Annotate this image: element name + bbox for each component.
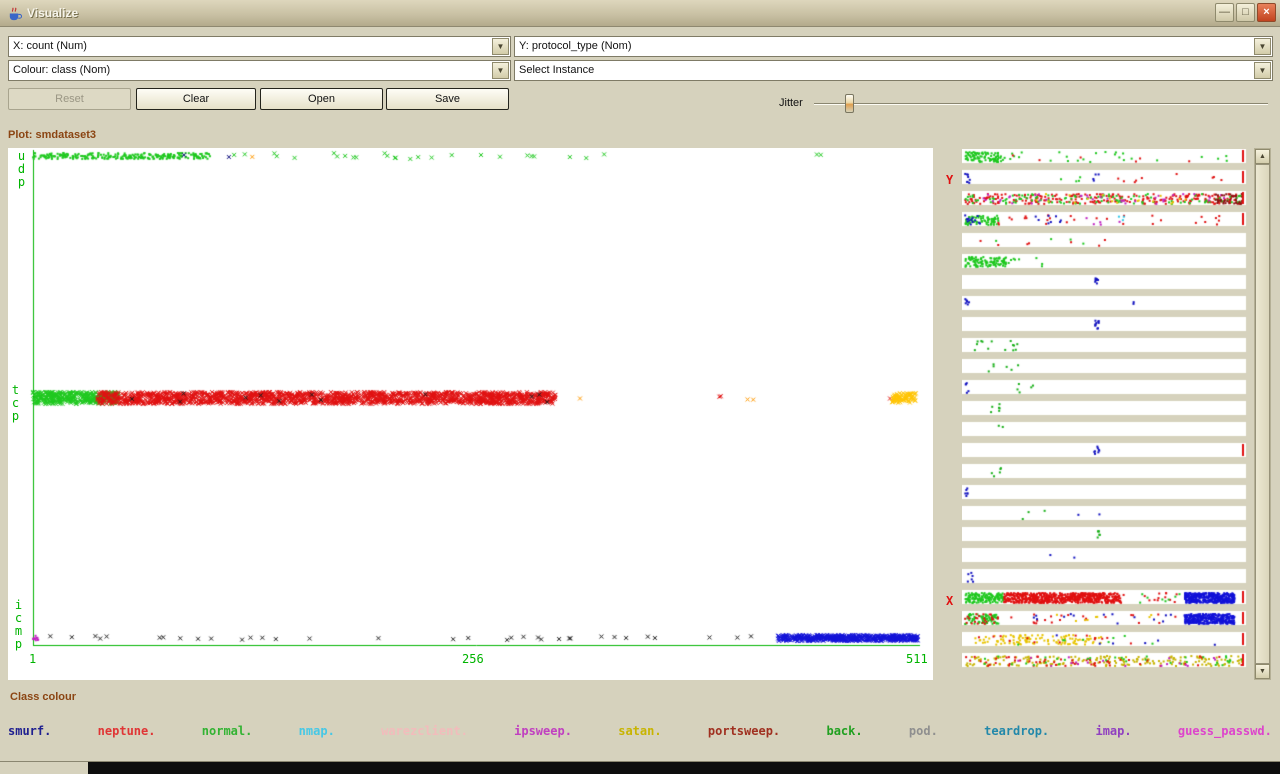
java-app-icon — [5, 4, 23, 22]
minimize-button[interactable]: — — [1215, 3, 1234, 22]
x-attribute-value: X: count (Num) — [13, 40, 87, 52]
y-axis-flag: Y — [946, 173, 954, 187]
chevron-down-icon[interactable]: ▼ — [1254, 38, 1271, 55]
select-instance-select[interactable]: Select Instance ▼ — [514, 60, 1273, 81]
x-attribute-select[interactable]: X: count (Num) ▼ — [8, 36, 511, 57]
class-legend-item[interactable]: neptune. — [98, 724, 156, 738]
chevron-down-icon[interactable]: ▼ — [492, 38, 509, 55]
colour-attribute-select[interactable]: Colour: class (Nom) ▼ — [8, 60, 511, 81]
y-category-label-udp: udp — [17, 149, 26, 189]
main-plot-panel — [8, 148, 933, 680]
x-tick-min: 1 — [29, 652, 37, 666]
titlebar[interactable]: Visualize — □ × — [0, 0, 1280, 27]
scrollbar-thumb[interactable] — [1255, 164, 1270, 664]
window-bottom-corner — [0, 762, 88, 774]
open-button[interactable]: Open — [260, 88, 383, 110]
clear-button[interactable]: Clear — [136, 88, 256, 110]
y-category-label-icmp: icmp — [14, 598, 23, 651]
colour-attribute-value: Colour: class (Nom) — [13, 64, 111, 76]
x-axis-flag: X — [946, 594, 954, 608]
attribute-strips-panel — [962, 149, 1250, 676]
reset-button[interactable]: Reset — [8, 88, 131, 110]
attribute-strips[interactable] — [962, 149, 1250, 676]
x-tick-mid: 256 — [462, 652, 484, 666]
class-legend-item[interactable]: back. — [826, 724, 862, 738]
y-attribute-value: Y: protocol_type (Nom) — [519, 40, 632, 52]
maximize-button[interactable]: □ — [1236, 3, 1255, 22]
close-button[interactable]: × — [1257, 3, 1276, 22]
side-panel-scrollbar[interactable]: ▲ ▼ — [1254, 148, 1271, 680]
chevron-down-icon[interactable]: ▼ — [1254, 62, 1271, 79]
y-attribute-select[interactable]: Y: protocol_type (Nom) ▼ — [514, 36, 1273, 57]
class-legend: smurf. neptune. normal. nmap. warezclient. ip… — [8, 724, 1272, 738]
bottom-desktop-strip — [0, 762, 1280, 774]
main-scatter-plot[interactable] — [8, 148, 933, 680]
window-title: Visualize — [27, 6, 79, 20]
class-legend-item[interactable]: portsweep. — [708, 724, 780, 738]
class-legend-item[interactable]: teardrop. — [984, 724, 1049, 738]
scroll-down-icon[interactable]: ▼ — [1255, 664, 1270, 679]
class-legend-item[interactable]: nmap. — [299, 724, 335, 738]
class-legend-item[interactable]: pod. — [909, 724, 938, 738]
scroll-up-icon[interactable]: ▲ — [1255, 149, 1270, 164]
save-button[interactable]: Save — [386, 88, 509, 110]
visualize-window: Visualize — □ × X: count (Num) ▼ Y: prot… — [0, 0, 1280, 762]
class-legend-item[interactable]: guess_passwd. — [1178, 724, 1272, 738]
class-legend-item[interactable]: smurf. — [8, 724, 51, 738]
x-tick-max: 511 — [906, 652, 928, 666]
class-legend-item[interactable]: satan. — [618, 724, 661, 738]
jitter-slider-thumb[interactable] — [845, 94, 854, 113]
chevron-down-icon[interactable]: ▼ — [492, 62, 509, 79]
class-colour-title: Class colour — [10, 691, 77, 703]
jitter-label: Jitter — [779, 97, 803, 109]
plot-title: Plot: smdataset3 — [8, 129, 97, 141]
class-legend-item[interactable]: normal. — [202, 724, 253, 738]
y-category-label-tcp: tcp — [11, 383, 20, 423]
class-legend-item[interactable]: imap. — [1095, 724, 1131, 738]
select-instance-value: Select Instance — [519, 64, 595, 76]
class-legend-item[interactable]: ipsweep. — [514, 724, 572, 738]
jitter-slider-track[interactable] — [814, 103, 1268, 105]
class-legend-item[interactable]: warezclient. — [381, 724, 468, 738]
